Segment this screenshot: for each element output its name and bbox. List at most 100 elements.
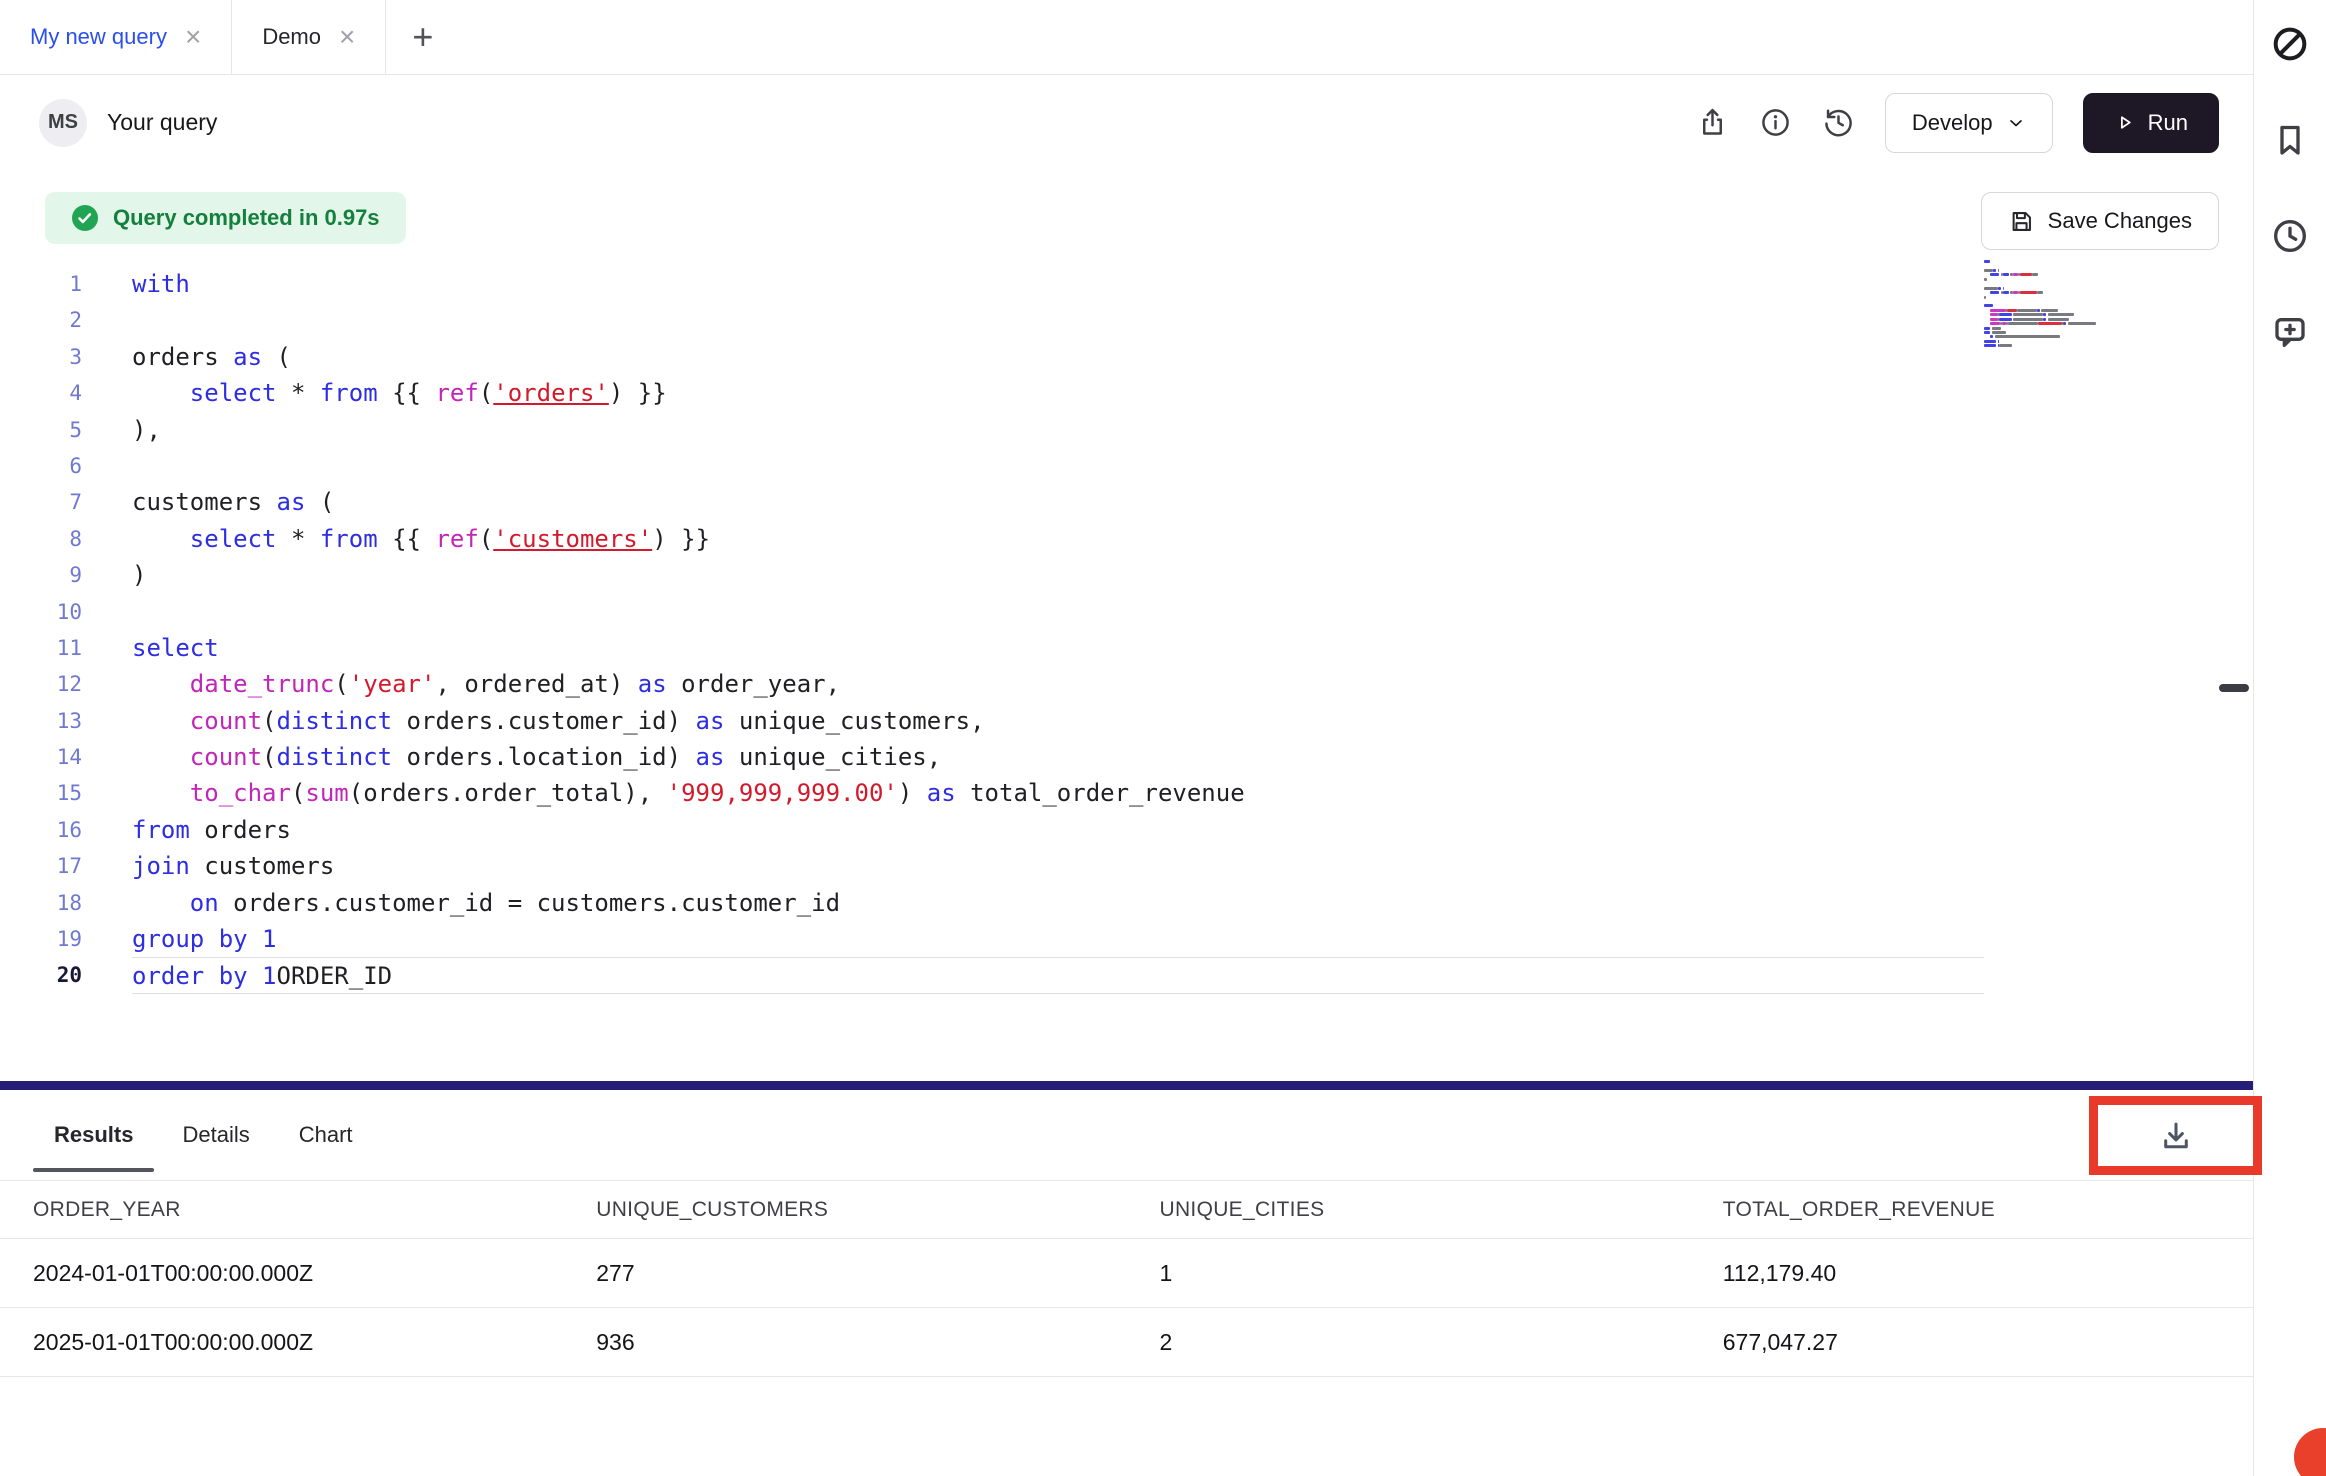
table-cell: 112,179.40 (1690, 1260, 2253, 1287)
download-highlight-box (2089, 1096, 2262, 1175)
code-line-17[interactable]: join customers (132, 848, 1984, 884)
line-number: 13 (0, 703, 82, 739)
query-status-text: Query completed in 0.97s (113, 205, 380, 231)
code-line-15[interactable]: to_char(sum(orders.order_total), '999,99… (132, 775, 1984, 811)
new-tab-button[interactable]: + (386, 0, 459, 74)
line-number: 4 (0, 375, 82, 411)
play-icon (2114, 112, 2135, 133)
clock-icon[interactable] (2268, 214, 2312, 258)
code-line-9[interactable]: ) (132, 557, 1984, 593)
avatar[interactable]: MS (39, 99, 87, 147)
tab-my-new-query[interactable]: My new query × (0, 0, 232, 74)
app-window: My new query × Demo × + MS Your query (0, 0, 2326, 1476)
line-number: 5 (0, 412, 82, 448)
feedback-icon[interactable] (2268, 310, 2312, 354)
page-title: Your query (107, 109, 217, 136)
tab-label: My new query (30, 24, 167, 50)
table-cell: 677,047.27 (1690, 1329, 2253, 1356)
line-number: 12 (0, 666, 82, 702)
status-row: Query completed in 0.97s Save Changes (0, 192, 2253, 252)
table-cell: 277 (563, 1260, 1126, 1287)
sql-editor[interactable]: 1234567891011121314151617181920 withorde… (0, 252, 2253, 1081)
code-line-16[interactable]: from orders (132, 812, 1984, 848)
line-number: 18 (0, 885, 82, 921)
line-number: 10 (0, 594, 82, 630)
download-icon[interactable] (2157, 1117, 2195, 1155)
results-tab-details[interactable]: Details (161, 1090, 270, 1180)
chevron-down-icon (2006, 113, 2026, 133)
code-line-12[interactable]: date_trunc('year', ordered_at) as order_… (132, 666, 1984, 702)
results-tab-results[interactable]: Results (33, 1090, 154, 1180)
column-header: TOTAL_ORDER_REVENUE (1690, 1198, 2253, 1222)
save-changes-button[interactable]: Save Changes (1981, 192, 2219, 250)
code-line-4[interactable]: select * from {{ ref('orders') }} (132, 375, 1984, 411)
code-line-13[interactable]: count(distinct orders.customer_id) as un… (132, 703, 1984, 739)
minimap[interactable] (1984, 260, 2096, 349)
tab-bar: My new query × Demo × + (0, 0, 2253, 75)
code-line-14[interactable]: count(distinct orders.location_id) as un… (132, 739, 1984, 775)
line-number: 16 (0, 812, 82, 848)
line-number: 7 (0, 484, 82, 520)
tab-demo[interactable]: Demo × (232, 0, 386, 74)
table-cell: 2025-01-01T00:00:00.000Z (0, 1329, 563, 1356)
history-icon[interactable] (1822, 106, 1855, 139)
code-line-7[interactable]: customers as ( (132, 484, 1984, 520)
code-line-8[interactable]: select * from {{ ref('customers') }} (132, 521, 1984, 557)
column-header: ORDER_YEAR (0, 1198, 563, 1222)
main-area: My new query × Demo × + MS Your query (0, 0, 2253, 1476)
bookmark-icon[interactable] (2268, 118, 2312, 162)
table-row[interactable]: 2024-01-01T00:00:00.000Z2771112,179.40 (0, 1239, 2253, 1308)
line-number: 3 (0, 339, 82, 375)
table-cell: 936 (563, 1329, 1126, 1356)
line-number: 17 (0, 848, 82, 884)
line-number: 6 (0, 448, 82, 484)
develop-button-label: Develop (1912, 110, 1993, 136)
code-line-2[interactable] (132, 302, 1984, 338)
results-panel: ResultsDetailsChart ORDER_YEARUNIQUE_CUS… (0, 1090, 2253, 1476)
code-line-18[interactable]: on orders.customer_id = customers.custom… (132, 885, 1984, 921)
code-line-20[interactable]: order by 1ORDER_ID (132, 957, 1984, 993)
code-line-10[interactable] (132, 594, 1984, 630)
resize-handle[interactable] (2219, 684, 2249, 692)
line-number: 14 (0, 739, 82, 775)
code-line-6[interactable] (132, 448, 1984, 484)
code-line-3[interactable]: orders as ( (132, 339, 1984, 375)
code-line-11[interactable]: select (132, 630, 1984, 666)
results-tabs: ResultsDetailsChart (0, 1090, 2253, 1181)
query-header: MS Your query (0, 75, 2253, 170)
lineage-icon[interactable] (2268, 22, 2312, 66)
line-number: 1 (0, 266, 82, 302)
line-number: 20 (0, 957, 82, 993)
right-rail (2253, 0, 2326, 1476)
results-tab-chart[interactable]: Chart (278, 1090, 374, 1180)
save-icon (2008, 208, 2035, 235)
run-button[interactable]: Run (2083, 93, 2219, 153)
table-cell: 2 (1127, 1329, 1690, 1356)
help-widget-bubble[interactable] (2294, 1428, 2326, 1476)
table-row[interactable]: 2025-01-01T00:00:00.000Z9362677,047.27 (0, 1308, 2253, 1377)
develop-button[interactable]: Develop (1885, 93, 2053, 153)
column-header: UNIQUE_CITIES (1127, 1198, 1690, 1222)
close-icon[interactable]: × (185, 23, 201, 51)
editor-gutter: 1234567891011121314151617181920 (0, 266, 82, 994)
panel-divider[interactable] (0, 1081, 2253, 1090)
line-number: 19 (0, 921, 82, 957)
code-line-5[interactable]: ), (132, 412, 1984, 448)
run-button-label: Run (2148, 110, 2188, 136)
info-icon[interactable] (1759, 106, 1792, 139)
tab-label: Demo (262, 24, 321, 50)
line-number: 2 (0, 302, 82, 338)
editor-code[interactable]: with orders as ( select * from {{ ref('or… (132, 266, 1984, 994)
table-cell: 1 (1127, 1260, 1690, 1287)
code-line-19[interactable]: group by 1 (132, 921, 1984, 957)
query-status-badge: Query completed in 0.97s (45, 192, 406, 244)
table-cell: 2024-01-01T00:00:00.000Z (0, 1260, 563, 1287)
line-number: 15 (0, 775, 82, 811)
line-number: 11 (0, 630, 82, 666)
line-number: 8 (0, 521, 82, 557)
header-actions: Develop Run (1696, 93, 2219, 153)
check-circle-icon (71, 204, 99, 232)
share-icon[interactable] (1696, 106, 1729, 139)
code-line-1[interactable]: with (132, 266, 1984, 302)
close-icon[interactable]: × (339, 23, 355, 51)
